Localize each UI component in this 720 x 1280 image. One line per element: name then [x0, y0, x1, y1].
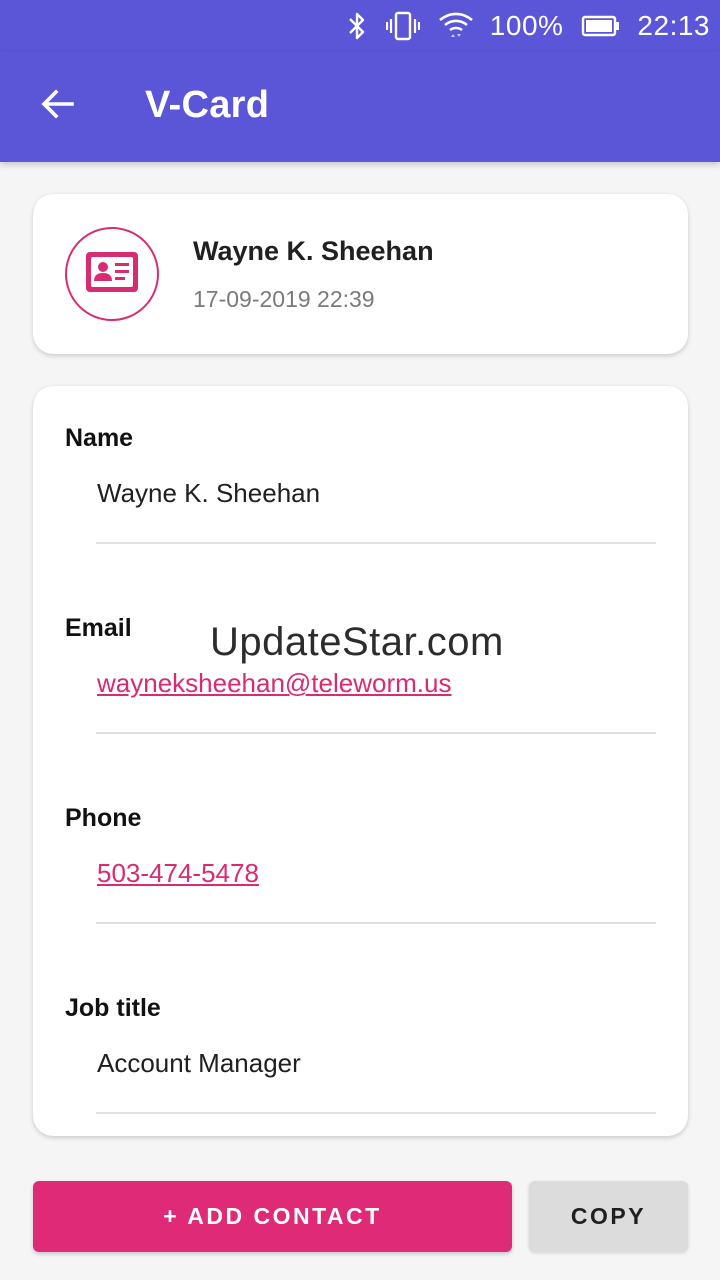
divider [96, 732, 656, 734]
field-label: Phone [65, 804, 142, 832]
vibrate-icon [385, 10, 420, 42]
app-bar: V-Card [0, 52, 720, 162]
phone-link[interactable]: 503-474-5478 [97, 858, 259, 889]
field-phone: Phone 503-474-5478 [33, 766, 688, 956]
field-name: Name Wayne K. Sheehan [33, 386, 688, 576]
name-value: Wayne K. Sheehan [97, 478, 321, 508]
field-job-title: Job title Account Manager [33, 956, 688, 1146]
page-title: V-Card [145, 84, 270, 126]
add-contact-button[interactable]: + ADD CONTACT [33, 1181, 512, 1252]
divider [96, 922, 656, 924]
back-button[interactable] [30, 78, 86, 134]
contact-date: 17-09-2019 22:39 [193, 286, 375, 312]
wifi-icon [438, 10, 474, 42]
contact-name: Wayne K. Sheehan [193, 236, 434, 266]
copy-button[interactable]: COPY [529, 1181, 688, 1252]
status-bar: 100% 22:13 [0, 0, 720, 52]
status-time: 22:13 [637, 10, 710, 41]
field-label: Job title [65, 994, 161, 1022]
job-title-value: Account Manager [97, 1048, 301, 1078]
contact-summary-card: Wayne K. Sheehan 17-09-2019 22:39 [33, 194, 688, 354]
field-label: Name [65, 424, 134, 452]
field-email: Email wayneksheehan@teleworm.us [33, 576, 688, 766]
arrow-back-icon [40, 86, 76, 127]
divider [96, 1112, 656, 1114]
battery-percent: 100% [489, 10, 564, 41]
email-link[interactable]: wayneksheehan@teleworm.us [97, 668, 451, 699]
contact-details-card: Name Wayne K. Sheehan Email wayneksheeha… [33, 386, 688, 1136]
avatar [65, 227, 159, 321]
bluetooth-icon [346, 10, 368, 42]
field-label: Email [65, 614, 132, 642]
divider [96, 542, 656, 544]
contact-card-icon [84, 250, 140, 299]
battery-icon [581, 14, 621, 38]
